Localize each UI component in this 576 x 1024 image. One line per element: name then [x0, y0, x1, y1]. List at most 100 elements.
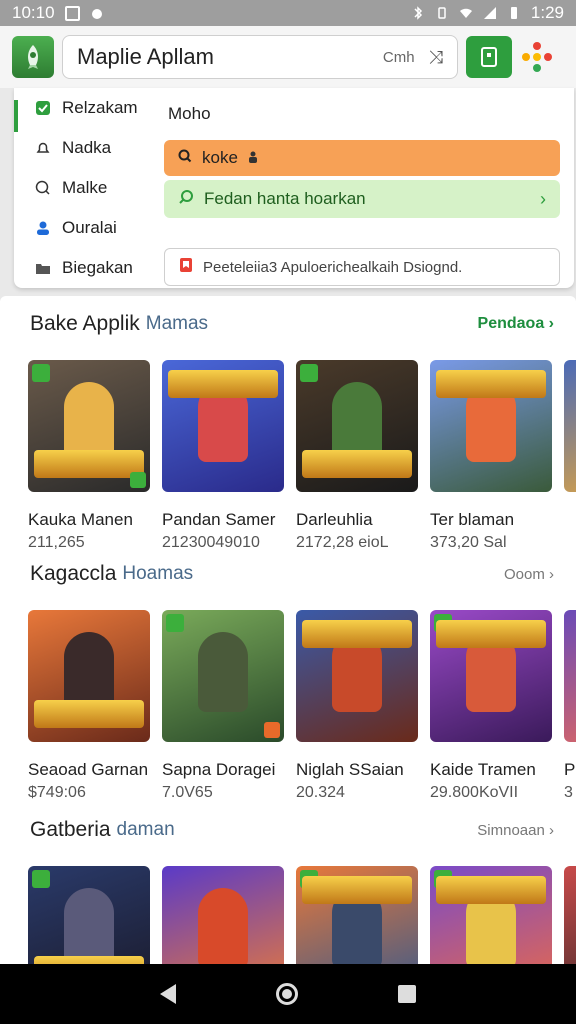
app-card[interactable]: Kauka Manen 211,265 — [28, 360, 150, 552]
section-more-link[interactable]: Pendaoa › — [478, 315, 554, 333]
app-thumbnail[interactable] — [296, 360, 418, 492]
section-header: Gatberia daman Simnoaan › — [0, 810, 576, 850]
search-input[interactable]: Maplie Apllam — [77, 44, 383, 70]
section-0: Bake Applik Mamas Pendaoa › Kauka Manen … — [0, 304, 576, 551]
app-thumbnail[interactable] — [296, 866, 418, 964]
app-thumbnail[interactable] — [162, 866, 284, 964]
app-thumbnail[interactable] — [28, 360, 150, 492]
game-logo — [436, 370, 546, 398]
rocket-icon — [28, 45, 38, 69]
recents-icon[interactable] — [398, 985, 416, 1003]
app-thumbnail[interactable] — [564, 866, 576, 964]
section-title: Kagaccla — [30, 562, 117, 585]
app-thumbnail[interactable] — [28, 610, 150, 742]
suggestion-field-text: Peeteleiia3 Apuloerichealkaih Dsiognd. — [203, 258, 463, 276]
section-more-link[interactable]: Ooom › — [504, 566, 554, 583]
app-card[interactable]: Niglah SSaian 20.324 — [296, 610, 418, 802]
menu-list: Relzakam Nadka Malke Ouralai Biegakan — [34, 88, 174, 288]
suggestion-input-field[interactable]: Peeteleiia3 Apuloerichealkaih Dsiognd. — [164, 248, 560, 286]
back-icon[interactable] — [160, 984, 176, 1004]
status-time: 10:10 — [12, 3, 55, 22]
app-card[interactable] — [564, 360, 576, 552]
apps-dots-icon[interactable] — [520, 40, 554, 74]
suggestion-highlighted[interactable]: koke — [164, 140, 560, 176]
menu-item-label: Biegakan — [62, 258, 133, 277]
game-logo — [34, 956, 144, 964]
system-nav-bar — [0, 964, 576, 1024]
app-card[interactable] — [564, 866, 576, 964]
section-title: Bake Applik — [30, 312, 140, 335]
section-more-link[interactable]: Simnoaan › — [477, 822, 554, 839]
game-logo — [302, 450, 412, 478]
app-thumbnail[interactable] — [564, 360, 576, 492]
app-meta: 2172,28 eioL — [296, 534, 389, 551]
cloud-icon — [91, 9, 102, 19]
bookmark-button[interactable] — [466, 36, 512, 78]
search-bar[interactable]: Maplie Apllam Cmh ⤨ — [62, 35, 458, 79]
app-meta: 20.324 — [296, 784, 345, 801]
app-meta: $749:06 — [28, 784, 86, 801]
app-thumbnail[interactable] — [430, 610, 552, 742]
section-more-label: Pendaoa — [477, 315, 545, 332]
home-icon[interactable] — [276, 983, 298, 1005]
app-card[interactable]: Darleuhlia 2172,28 eioL — [296, 360, 418, 552]
game-logo — [302, 620, 412, 648]
shuffle-icon[interactable]: ⤨ — [429, 47, 443, 68]
status-clock: 1:29 — [530, 3, 564, 22]
section-header: Kagaccla Hoamas Ooom › — [0, 554, 576, 594]
badge-icon — [130, 472, 146, 488]
menu-item-4[interactable]: Biegakan — [34, 248, 174, 288]
app-name: Kauka Manen — [28, 510, 133, 529]
menu-item-1[interactable]: Nadka — [34, 128, 174, 168]
app-thumbnail[interactable] — [28, 866, 150, 964]
app-card[interactable]: Pandan Samer 21230049010 — [162, 360, 284, 552]
app-thumbnail[interactable] — [430, 360, 552, 492]
chat-icon — [34, 179, 52, 197]
character-image — [64, 888, 114, 964]
app-card[interactable]: Seaoad Garnan $749:06 — [28, 610, 150, 802]
app-thumbnail[interactable] — [296, 610, 418, 742]
app-logo[interactable] — [12, 36, 54, 78]
app-thumbnail[interactable] — [564, 610, 576, 742]
game-logo — [34, 700, 144, 728]
menu-item-label: Ouralai — [62, 218, 117, 237]
notification-icon — [64, 5, 80, 21]
app-name: Seaoad Garnan — [28, 760, 149, 779]
badge-icon — [32, 364, 50, 382]
app-meta: 7.0V65 — [162, 784, 213, 801]
menu-item-0[interactable]: Relzakam — [34, 88, 174, 128]
app-name: Darleuhlia — [296, 510, 373, 529]
app-card[interactable] — [430, 866, 552, 964]
suggestion-green-text: Fedan hanta hoarkan — [204, 189, 366, 208]
app-card[interactable]: Ter blaman 373,20 Sal — [430, 360, 552, 552]
section-subtitle: Mamas — [145, 313, 209, 334]
suggestion-plain[interactable]: Moho — [164, 88, 560, 140]
app-thumbnail[interactable] — [162, 360, 284, 492]
character-image — [198, 632, 248, 712]
badge-icon — [300, 364, 318, 382]
status-bar: 10:10 1:29 — [0, 0, 576, 26]
bookmark-red-icon — [179, 257, 193, 277]
app-card[interactable] — [28, 866, 150, 964]
app-thumbnail[interactable] — [162, 610, 284, 742]
app-card[interactable]: Pa 3 — [564, 610, 576, 802]
app-card[interactable] — [162, 866, 284, 964]
menu-item-3[interactable]: Ouralai — [34, 208, 174, 248]
card-row — [28, 866, 576, 964]
document-icon — [481, 47, 497, 67]
app-thumbnail[interactable] — [430, 866, 552, 964]
character-image — [198, 888, 248, 964]
person-icon — [34, 219, 52, 237]
app-list-content: Bake Applik Mamas Pendaoa › Kauka Manen … — [0, 296, 576, 964]
app-meta: 3 — [564, 784, 573, 801]
app-card[interactable] — [296, 866, 418, 964]
app-card[interactable]: Kaide Tramen 29.800KoVII — [430, 610, 552, 802]
app-name: Pandan Samer — [162, 510, 276, 529]
suggestion-promoted[interactable]: Fedan hanta hoarkan › — [164, 180, 560, 218]
badge-icon — [264, 722, 280, 738]
app-card[interactable]: Sapna Doragei 7.0V65 — [162, 610, 284, 802]
menu-item-2[interactable]: Malke — [34, 168, 174, 208]
dropdown-panel: Relzakam Nadka Malke Ouralai Biegakan Mo… — [14, 88, 574, 288]
badge-icon — [32, 870, 50, 888]
game-logo — [34, 450, 144, 478]
